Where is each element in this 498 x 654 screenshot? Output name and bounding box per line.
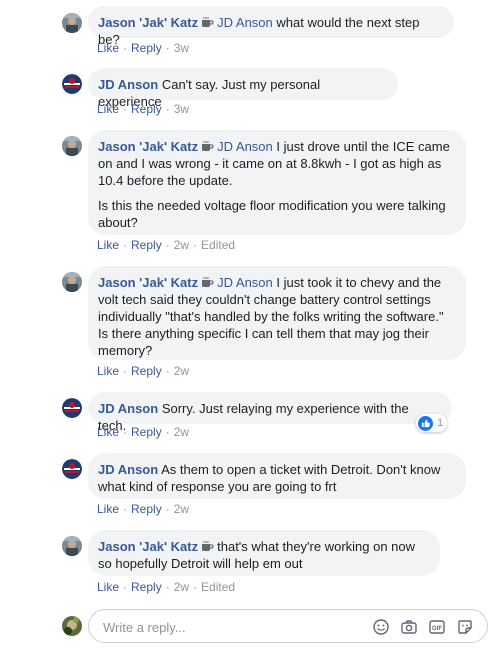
reply-link[interactable]: Reply: [131, 238, 162, 252]
like-link[interactable]: Like: [97, 238, 119, 252]
reply-link[interactable]: Reply: [131, 502, 162, 516]
like-link[interactable]: Like: [97, 364, 119, 378]
coffee-cup-icon: [202, 17, 214, 27]
separator: ·: [123, 102, 128, 116]
svg-text:GIF: GIF: [432, 626, 442, 632]
current-user-avatar: [62, 616, 82, 636]
like-link[interactable]: Like: [97, 580, 119, 594]
emoji-icon[interactable]: [372, 618, 390, 636]
separator: ·: [165, 102, 170, 116]
mention-link[interactable]: JD Anson: [217, 139, 273, 154]
comment-bubble: Jason 'Jak' Katz JD Anson I just took it …: [88, 266, 466, 360]
avatar-jason[interactable]: [62, 272, 82, 292]
avatar-jason[interactable]: [62, 13, 82, 33]
like-link[interactable]: Like: [97, 102, 119, 116]
comment-actions: Like · Reply · 2w: [97, 425, 189, 439]
like-link[interactable]: Like: [97, 41, 119, 55]
separator: ·: [123, 41, 128, 55]
avatar-jd[interactable]: [62, 398, 82, 418]
like-link[interactable]: Like: [97, 425, 119, 439]
comment-author[interactable]: Jason 'Jak' Katz: [98, 139, 198, 154]
mention-link[interactable]: JD Anson: [217, 15, 273, 30]
edited-label[interactable]: Edited: [201, 580, 235, 594]
separator: ·: [123, 502, 128, 516]
coffee-cup-icon: [202, 277, 214, 287]
like-link[interactable]: Like: [97, 502, 119, 516]
reaction-count: 1: [437, 417, 444, 429]
comment-bubble: JD Anson As them to open a ticket with D…: [88, 453, 466, 499]
comment-author[interactable]: JD Anson: [98, 77, 158, 92]
timestamp[interactable]: 2w: [174, 425, 189, 439]
reply-link[interactable]: Reply: [131, 364, 162, 378]
reply-link[interactable]: Reply: [131, 41, 162, 55]
separator: ·: [165, 364, 170, 378]
timestamp[interactable]: 3w: [174, 41, 189, 55]
comment-actions: Like · Reply · 2w · Edited: [97, 580, 235, 594]
gif-icon[interactable]: GIF: [428, 618, 446, 636]
reply-link[interactable]: Reply: [131, 425, 162, 439]
separator: ·: [123, 580, 128, 594]
mention-link[interactable]: JD Anson: [217, 275, 273, 290]
avatar-jason[interactable]: [62, 536, 82, 556]
separator: ·: [165, 238, 170, 252]
reply-link[interactable]: Reply: [131, 580, 162, 594]
separator: ·: [193, 238, 198, 252]
comment-bubble: JD Anson Can't say. Just my personal exp…: [88, 68, 398, 109]
edited-label[interactable]: Edited: [201, 238, 235, 252]
timestamp[interactable]: 2w: [174, 238, 189, 252]
separator: ·: [123, 425, 128, 439]
comment-actions: Like · Reply · 2w: [97, 502, 189, 516]
reply-link[interactable]: Reply: [131, 102, 162, 116]
separator: ·: [165, 425, 170, 439]
comment-bubble: Jason 'Jak' Katz JD Anson what would the …: [88, 6, 454, 47]
comment-actions: Like · Reply · 3w: [97, 41, 189, 55]
timestamp[interactable]: 2w: [174, 502, 189, 516]
comment-author[interactable]: Jason 'Jak' Katz: [98, 275, 198, 290]
coffee-cup-icon: [202, 541, 214, 551]
reply-input[interactable]: [101, 617, 355, 637]
separator: ·: [165, 580, 170, 594]
separator: ·: [123, 238, 128, 252]
comment-author[interactable]: JD Anson: [98, 401, 158, 416]
comment-bubble: JD Anson Sorry. Just relaying my experie…: [88, 392, 452, 433]
thumbs-up-icon: [418, 415, 433, 431]
coffee-cup-icon: [202, 141, 214, 151]
camera-icon[interactable]: [400, 618, 418, 636]
comment-author[interactable]: Jason 'Jak' Katz: [98, 539, 198, 554]
reaction-badge[interactable]: 1: [416, 414, 448, 432]
sticker-icon[interactable]: [456, 618, 474, 636]
timestamp[interactable]: 3w: [174, 102, 189, 116]
avatar-jason[interactable]: [62, 136, 82, 156]
separator: ·: [123, 364, 128, 378]
comment-actions: Like · Reply · 3w: [97, 102, 189, 116]
comment-bubble: Jason 'Jak' Katz JD Anson I just drove un…: [88, 130, 466, 235]
comment-author[interactable]: JD Anson: [98, 462, 158, 477]
comment-author[interactable]: Jason 'Jak' Katz: [98, 15, 198, 30]
timestamp[interactable]: 2w: [174, 580, 189, 594]
separator: ·: [165, 41, 170, 55]
reply-composer: GIF: [88, 609, 488, 643]
comment-text-paragraph: Is this the needed voltage floor modific…: [98, 198, 446, 230]
separator: ·: [165, 502, 170, 516]
comment-actions: Like · Reply · 2w: [97, 364, 189, 378]
avatar-jd[interactable]: [62, 74, 82, 94]
comment-bubble: Jason 'Jak' Katz that's what they're work…: [88, 530, 440, 576]
timestamp[interactable]: 2w: [174, 364, 189, 378]
separator: ·: [193, 580, 198, 594]
avatar-jd[interactable]: [62, 459, 82, 479]
comment-actions: Like · Reply · 2w · Edited: [97, 238, 235, 252]
